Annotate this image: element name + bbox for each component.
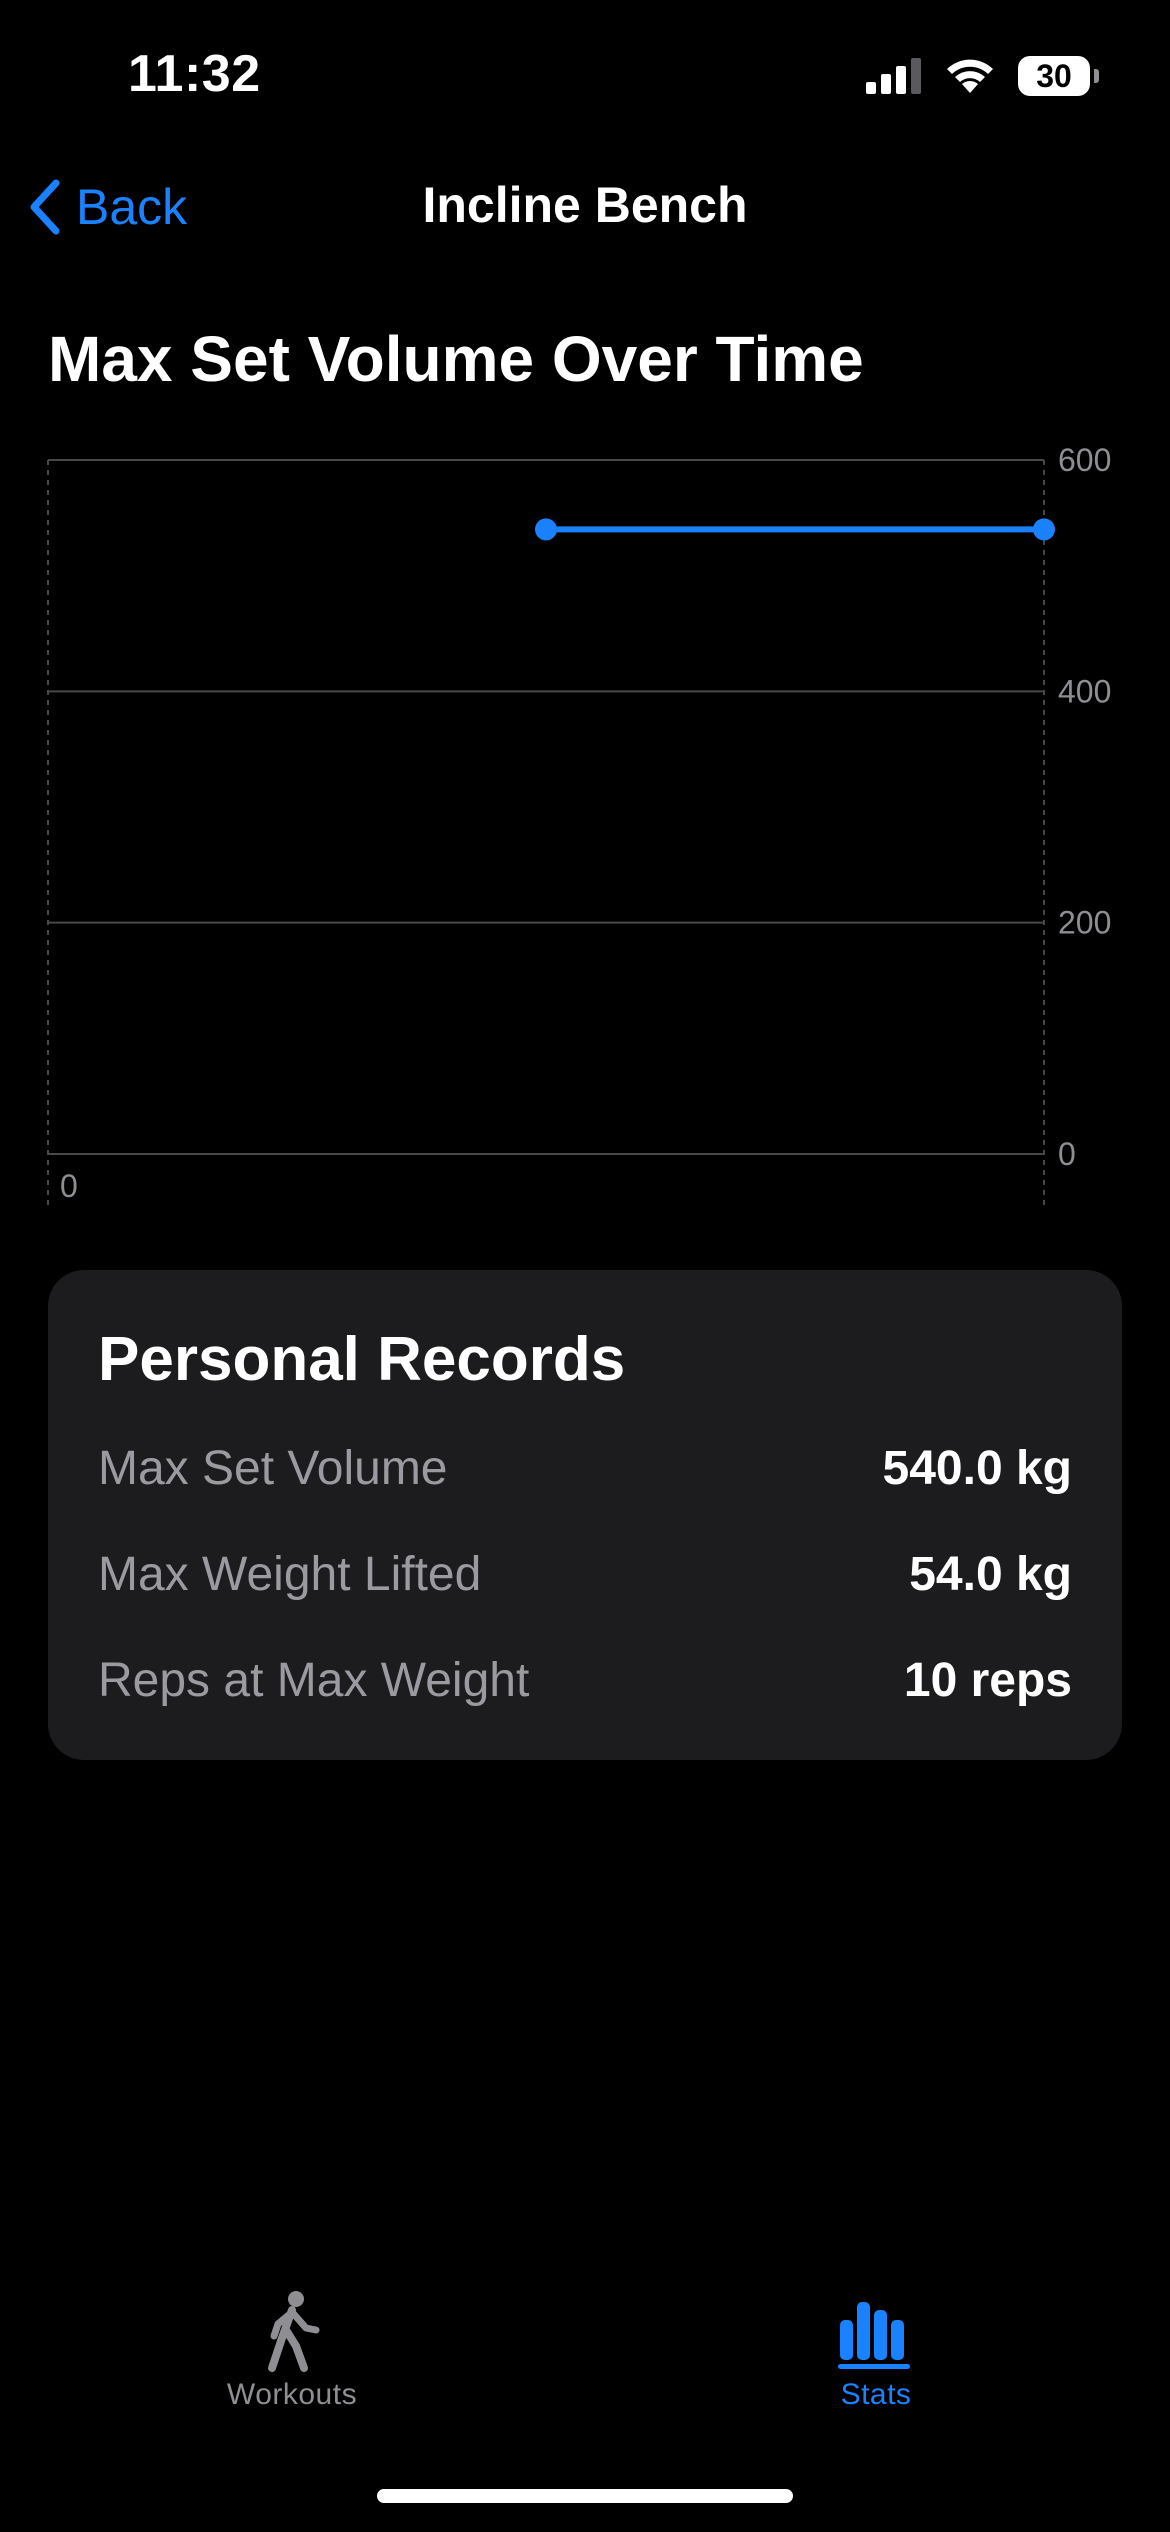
y-tick-label: 0 [1058,1136,1076,1172]
record-row-reps-at-max: Reps at Max Weight 10 reps [98,1648,1072,1712]
record-label: Max Set Volume [98,1441,448,1495]
battery-cap [1094,69,1099,83]
record-row-max-weight: Max Weight Lifted 54.0 kg [98,1542,1072,1606]
tab-workouts-label: Workouts [226,2378,358,2411]
cellular-signal-icon [866,58,921,94]
data-point [535,518,557,541]
wifi-icon [947,59,993,93]
record-value: 10 reps [903,1653,1072,1707]
status-icons: 30 [866,50,1099,102]
tab-workouts[interactable]: Workouts [162,2290,422,2412]
battery-icon: 30 [1018,56,1099,96]
home-indicator [377,2489,793,2503]
chart-title: Max Set Volume Over Time [48,323,864,395]
tab-stats-label: Stats [840,2378,912,2411]
personal-records-title: Personal Records [98,1325,626,1394]
bar-chart-icon [838,2302,910,2369]
personal-records-card: Personal Records Max Set Volume 540.0 kg… [48,1270,1122,1760]
volume-line-chart: 600 400 200 0 0 [47,442,1111,1206]
page-title: Incline Bench [422,177,748,233]
x-tick-label: 0 [60,1168,78,1204]
record-value: 540.0 kg [882,1441,1072,1495]
record-label: Reps at Max Weight [98,1653,530,1707]
y-tick-label: 400 [1058,673,1111,709]
record-value: 54.0 kg [909,1547,1072,1601]
walking-figure-icon [268,2291,320,2372]
y-tick-label: 600 [1058,442,1111,478]
y-tick-label: 200 [1058,905,1111,941]
battery-level: 30 [1036,57,1072,94]
record-label: Max Weight Lifted [98,1547,482,1601]
record-row-max-set-volume: Max Set Volume 540.0 kg [98,1436,1072,1500]
status-time: 11:32 [128,45,261,103]
data-point [1033,518,1055,541]
tab-stats[interactable]: Stats [746,2290,1006,2412]
